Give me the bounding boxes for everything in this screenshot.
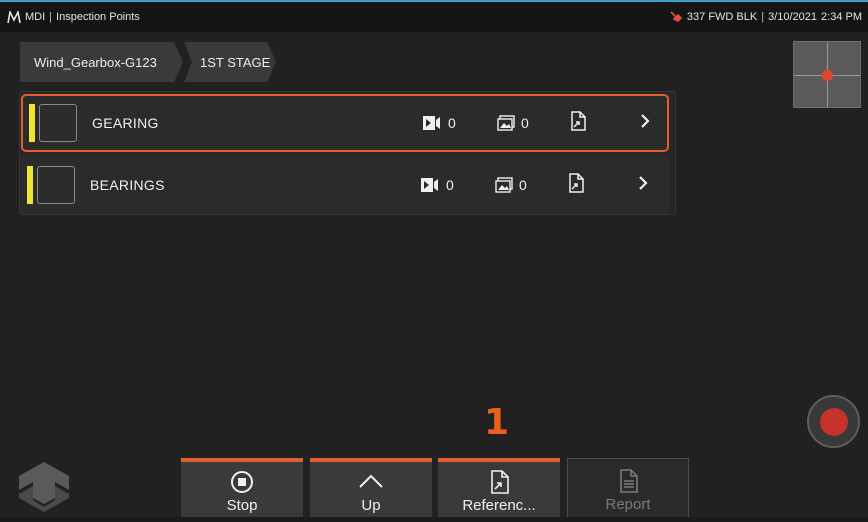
- status-color-bar: [29, 104, 35, 142]
- row-checkbox[interactable]: [39, 104, 77, 142]
- image-count-value: 0: [519, 177, 527, 193]
- position-dot: [822, 70, 833, 81]
- record-icon: [819, 407, 848, 436]
- breadcrumb-item-asset[interactable]: Wind_Gearbox-G123: [20, 42, 183, 82]
- stop-icon: [231, 471, 253, 493]
- status-bar: MDI | Inspection Points 337 FWD BLK | 3/…: [0, 2, 868, 32]
- app-name: MDI: [25, 11, 46, 23]
- chevron-up-icon: [359, 474, 383, 488]
- inspection-point-name: GEARING: [92, 115, 159, 131]
- screen-title: Inspection Points: [56, 11, 140, 23]
- callout-number: 1: [484, 402, 510, 443]
- reference-document-icon[interactable]: [569, 110, 587, 136]
- title-separator: |: [49, 11, 53, 23]
- record-button[interactable]: [807, 395, 860, 448]
- inspection-point-name: BEARINGS: [90, 177, 165, 193]
- status-time: 2:34 PM: [821, 11, 862, 23]
- joystick-position-indicator[interactable]: [793, 41, 861, 108]
- breadcrumb-label: 1ST STAGE: [200, 54, 271, 70]
- up-button-label: Up: [361, 497, 381, 514]
- video-count-value: 0: [448, 115, 456, 131]
- chevron-right-icon[interactable]: [639, 113, 651, 134]
- image-count: 0: [495, 177, 527, 193]
- video-count-value: 0: [446, 177, 454, 193]
- probe-label: 337 FWD BLK: [686, 11, 758, 23]
- status-separator: |: [761, 11, 765, 23]
- brand-logo-icon: [15, 460, 73, 519]
- reference-document-icon[interactable]: [567, 172, 585, 198]
- breadcrumb-item-stage[interactable]: 1ST STAGE: [184, 42, 276, 82]
- inspection-point-row-gearing[interactable]: GEARING 0 0: [21, 94, 669, 152]
- report-button[interactable]: Report: [567, 458, 689, 522]
- stop-button[interactable]: Stop: [181, 458, 303, 522]
- reference-button-label: Referenc...: [462, 497, 536, 514]
- video-icon: [421, 178, 438, 192]
- image-count-value: 0: [521, 115, 529, 131]
- status-date: 3/10/2021: [768, 11, 818, 23]
- inspection-point-row-bearings[interactable]: BEARINGS 0 0: [21, 156, 669, 214]
- probe-pointer-icon: [669, 9, 683, 25]
- reference-button[interactable]: Referenc...: [438, 458, 560, 522]
- video-icon: [423, 116, 440, 130]
- video-count: 0: [420, 177, 454, 193]
- video-count: 0: [422, 115, 456, 131]
- report-document-icon: [620, 469, 638, 493]
- report-button-label: Report: [605, 496, 651, 513]
- row-checkbox[interactable]: [37, 166, 75, 204]
- bottom-edge: [0, 517, 868, 522]
- status-color-bar: [27, 166, 33, 204]
- breadcrumb-label: Wind_Gearbox-G123: [34, 54, 157, 70]
- mdi-logo-icon: [7, 10, 21, 24]
- reference-document-icon: [491, 470, 509, 494]
- image-icon: [495, 177, 513, 193]
- image-count: 0: [497, 115, 529, 131]
- inspection-point-list: GEARING 0 0 BEARINGS 0 0: [19, 91, 676, 215]
- up-button[interactable]: Up: [310, 458, 432, 522]
- stop-button-label: Stop: [226, 497, 258, 514]
- image-icon: [497, 115, 515, 131]
- status-bar-left: MDI | Inspection Points: [7, 10, 140, 24]
- status-bar-right: 337 FWD BLK | 3/10/2021 2:34 PM: [669, 9, 862, 25]
- chevron-right-icon[interactable]: [637, 175, 649, 196]
